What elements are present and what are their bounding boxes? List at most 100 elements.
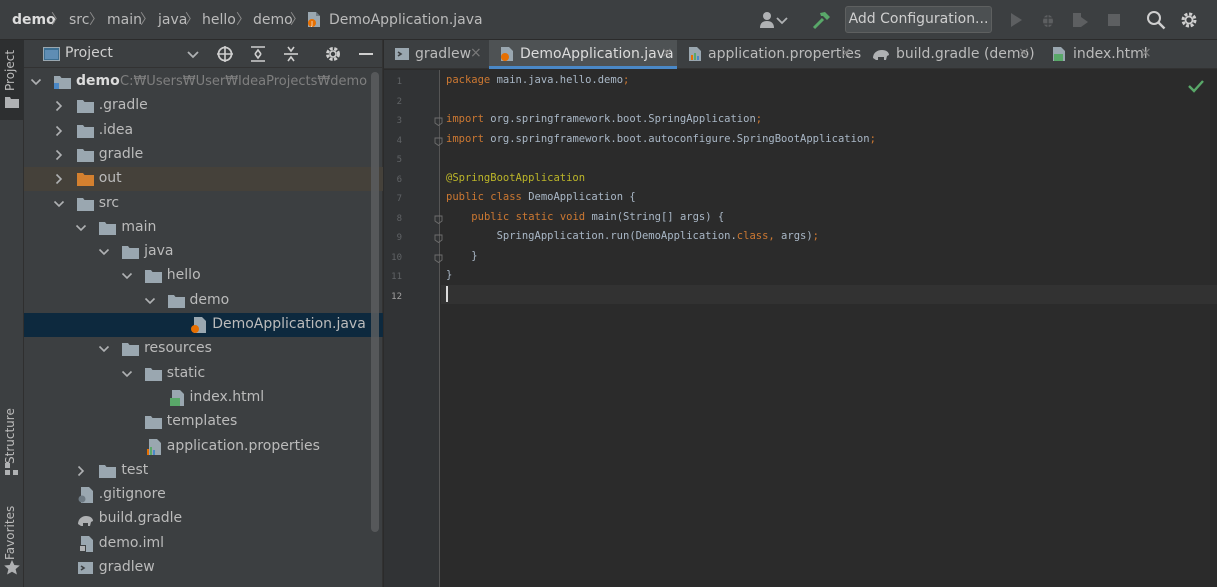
chevron-down-icon[interactable] <box>121 368 133 380</box>
project-stripe-label[interactable]: Project <box>3 46 21 91</box>
tree-item-gradlew[interactable]: gradlew <box>24 556 383 580</box>
tree-item-build-gradle[interactable]: build.gradle <box>24 507 383 531</box>
gear-icon[interactable] <box>324 45 342 63</box>
breadcrumb-project[interactable]: demo <box>12 10 56 30</box>
project-scrollbar[interactable] <box>371 72 379 532</box>
chevron-right-icon[interactable] <box>75 465 87 477</box>
tree-item-idea[interactable]: .idea <box>24 119 383 143</box>
fold-marker-icon[interactable] <box>434 234 443 243</box>
project-panel-title[interactable]: Project <box>65 45 113 61</box>
tab-index-html[interactable]: index.html × <box>1037 40 1152 69</box>
structure-stripe-label[interactable]: Structure <box>3 402 21 464</box>
code-line: public class DemoApplication { <box>446 191 636 203</box>
tab-label: gradlew <box>415 46 472 62</box>
structure-icon[interactable] <box>5 463 19 475</box>
close-icon[interactable]: × <box>661 45 673 61</box>
stop-icon[interactable] <box>1103 9 1125 31</box>
editor-area: gradlew × DemoApplication.java × applica… <box>384 40 1217 587</box>
current-line-highlight <box>441 285 1217 304</box>
tree-item-application-properties[interactable]: application.properties <box>24 435 383 459</box>
folder-icon <box>54 76 71 89</box>
chevron-down-icon[interactable] <box>98 246 110 258</box>
iml-file-icon <box>78 535 93 552</box>
tree-item-demo[interactable]: demo C:₩Users₩User₩IdeaProjects₩demo <box>24 70 383 94</box>
tab-application-properties[interactable]: application.properties × <box>677 40 861 69</box>
tree-item-resources[interactable]: resources <box>24 337 383 361</box>
chevron-down-icon[interactable] <box>98 343 110 355</box>
fold-marker-icon[interactable] <box>434 137 443 146</box>
tree-item-label: demo <box>189 291 230 308</box>
collapse-all-icon[interactable] <box>282 45 300 63</box>
star-icon[interactable] <box>4 560 20 575</box>
inspection-ok-check-icon[interactable] <box>1188 79 1204 93</box>
close-icon[interactable]: × <box>840 45 852 61</box>
editor-gutter[interactable]: 1 2 3 4 5 6 7 8 9 10 11 12 <box>384 70 443 587</box>
tab-gradlew[interactable]: gradlew × <box>384 40 489 69</box>
text-caret <box>446 286 448 302</box>
chevron-down-icon[interactable] <box>775 9 789 31</box>
tree-item-index-html[interactable]: index.html <box>24 386 383 410</box>
breadcrumb-separator: 〉 <box>236 12 250 28</box>
search-icon[interactable] <box>1145 9 1167 31</box>
close-icon[interactable]: × <box>1018 45 1030 61</box>
tree-item-templates[interactable]: templates <box>24 410 383 434</box>
tree-item-src[interactable]: src <box>24 192 383 216</box>
breadcrumb-src[interactable]: src <box>69 10 89 30</box>
chevron-down-icon[interactable] <box>75 222 87 234</box>
tree-item-static[interactable]: static <box>24 362 383 386</box>
breadcrumb-demo[interactable]: demo <box>253 10 293 30</box>
hide-panel-icon[interactable] <box>357 45 375 63</box>
tree-item-demoapplication-java[interactable]: DemoApplication.java <box>24 313 383 337</box>
chevron-right-icon[interactable] <box>53 149 65 161</box>
chevron-down-icon[interactable] <box>53 198 65 210</box>
fold-marker-icon[interactable] <box>434 254 443 263</box>
folder-icon <box>99 221 117 235</box>
chevron-down-icon[interactable] <box>121 270 133 282</box>
tree-item-java[interactable]: java <box>24 240 383 264</box>
tab-build-gradle[interactable]: build.gradle (demo) × <box>859 40 1037 69</box>
chevron-right-icon[interactable] <box>53 125 65 137</box>
breadcrumb-main[interactable]: main <box>107 10 142 30</box>
breadcrumb-java[interactable]: java <box>158 10 187 30</box>
properties-file-icon <box>146 438 161 455</box>
chevron-down-icon[interactable] <box>184 45 202 63</box>
script-file-icon <box>77 562 93 574</box>
tree-item-main[interactable]: main <box>24 216 383 240</box>
tree-item-hello[interactable]: hello <box>24 264 383 288</box>
tree-item-test[interactable]: test <box>24 459 383 483</box>
fold-marker-icon[interactable] <box>434 215 443 224</box>
chevron-down-icon[interactable] <box>30 76 42 88</box>
breadcrumb-file[interactable]: DemoApplication.java <box>329 10 483 30</box>
folder-icon <box>122 343 140 357</box>
chevron-down-icon[interactable] <box>144 295 156 307</box>
run-icon[interactable] <box>1005 9 1027 31</box>
chevron-right-icon[interactable] <box>53 100 65 112</box>
navigation-bar: demo 〉 src 〉 main 〉 java 〉 hello 〉 demo … <box>0 0 1217 40</box>
gear-icon[interactable] <box>1178 9 1200 31</box>
line-number: 9 <box>396 233 402 243</box>
favorites-stripe-label[interactable]: Favorites <box>3 502 21 560</box>
tree-item-gradle[interactable]: gradle <box>24 143 383 167</box>
close-icon[interactable]: × <box>470 45 482 61</box>
locate-icon[interactable] <box>216 45 234 63</box>
breadcrumb-hello[interactable]: hello <box>202 10 236 30</box>
tab-demoapplication-java[interactable]: DemoApplication.java × <box>489 40 677 69</box>
add-configuration-button[interactable]: Add Configuration... <box>845 6 992 33</box>
project-tool-tab[interactable]: Project <box>0 40 24 120</box>
close-icon[interactable]: × <box>1140 45 1152 61</box>
chevron-right-icon[interactable] <box>53 173 65 185</box>
gradle-elephant-icon <box>873 50 889 60</box>
coverage-icon[interactable] <box>1069 9 1091 31</box>
code-line: import org.springframework.boot.SpringAp… <box>446 113 763 125</box>
fold-marker-icon[interactable] <box>434 117 443 126</box>
tree-item-out[interactable]: out <box>24 167 383 192</box>
line-number: 4 <box>396 135 402 146</box>
hammer-icon[interactable] <box>811 9 833 31</box>
tree-item-demo-iml[interactable]: demo.iml <box>24 532 383 556</box>
tree-item-demo[interactable]: demo <box>24 289 383 313</box>
folder-icon <box>144 367 162 381</box>
tree-item-gitignore[interactable]: .gitignore <box>24 483 383 507</box>
debug-icon[interactable] <box>1037 9 1059 31</box>
expand-all-icon[interactable] <box>249 45 267 63</box>
tree-item-gradle[interactable]: .gradle <box>24 94 383 118</box>
